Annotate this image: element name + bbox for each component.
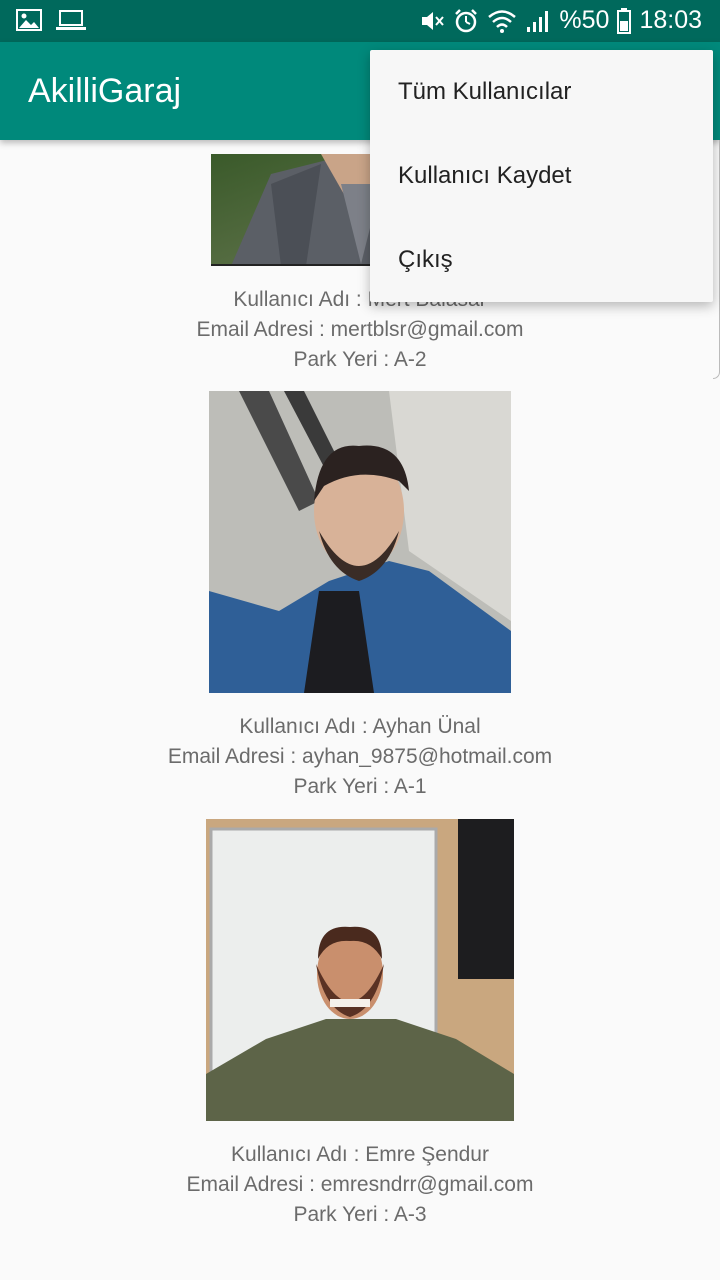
- laptop-icon: [56, 10, 86, 30]
- user-info: Kullanıcı Adı : Ayhan Ünal Email Adresi …: [0, 712, 720, 802]
- email-text: Email Adresi : emresndrr@gmail.com: [186, 1173, 534, 1196]
- email-text: Email Adresi : ayhan_9875@hotmail.com: [167, 745, 553, 768]
- signal-icon: [527, 10, 549, 32]
- menu-item-logout[interactable]: Çıkış: [370, 218, 713, 302]
- user-photo: [206, 819, 514, 1121]
- status-bar: %50 18:03: [0, 0, 720, 42]
- image-icon: [16, 9, 42, 31]
- username-text: Kullanıcı Adı : Emre Şendur: [231, 1143, 489, 1166]
- battery-icon: [617, 7, 632, 34]
- user-list[interactable]: Kullanıcı Adı : Mert Balasar Email Adres…: [0, 140, 720, 1280]
- battery-percent: %50: [559, 6, 610, 34]
- park-text: Park Yeri : A-1: [293, 775, 427, 798]
- clock: 18:03: [639, 6, 702, 34]
- overflow-menu: Tüm Kullanıcılar Kullanıcı Kaydet Çıkış: [370, 50, 713, 302]
- mute-icon: [422, 11, 445, 30]
- menu-item-all-users[interactable]: Tüm Kullanıcılar: [370, 50, 713, 134]
- email-text: Email Adresi : mertblsr@gmail.com: [196, 318, 524, 341]
- user-info: Kullanıcı Adı : Emre Şendur Email Adresi…: [0, 1140, 720, 1230]
- menu-item-register-user[interactable]: Kullanıcı Kaydet: [370, 134, 713, 218]
- app-title: AkilliGaraj: [28, 72, 182, 110]
- user-photo: [209, 391, 511, 693]
- scrollbar[interactable]: [713, 140, 720, 379]
- username-text: Kullanıcı Adı : Ayhan Ünal: [239, 715, 481, 738]
- park-text: Park Yeri : A-3: [293, 1203, 427, 1226]
- wifi-icon: [488, 9, 517, 33]
- park-text: Park Yeri : A-2: [293, 348, 427, 371]
- alarm-icon: [455, 8, 478, 32]
